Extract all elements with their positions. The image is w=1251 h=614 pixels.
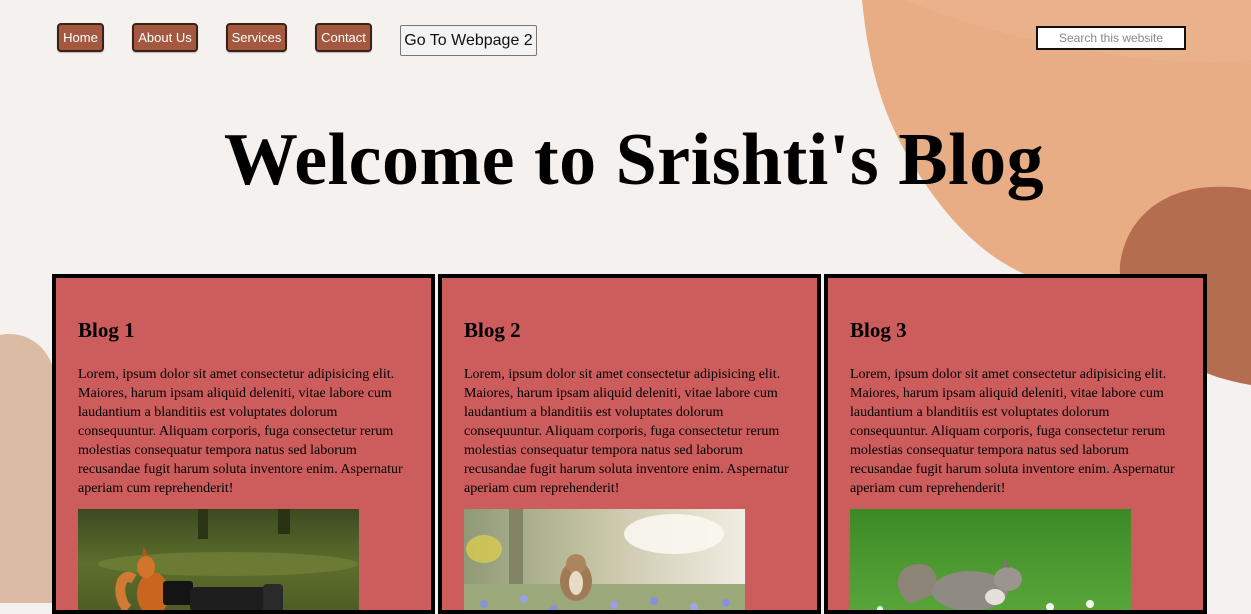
nav-home-button[interactable]: Home bbox=[57, 23, 104, 52]
nav-services-button[interactable]: Services bbox=[226, 23, 287, 52]
go-to-webpage-2-button[interactable]: Go To Webpage 2 bbox=[400, 25, 537, 56]
blog-card-text: Lorem, ipsum dolor sit amet consectetur … bbox=[464, 367, 789, 496]
top-navigation: Home About Us Services Contact Go To Web… bbox=[0, 23, 1251, 57]
blog-card-title: Blog 3 bbox=[850, 318, 907, 342]
grey-squirrel-on-grass-image bbox=[850, 509, 1131, 610]
nav-about-us-button[interactable]: About Us bbox=[132, 23, 198, 52]
blog-card-2: Blog 2 Lorem, ipsum dolor sit amet conse… bbox=[438, 274, 821, 614]
blog-card-3: Blog 3 Lorem, ipsum dolor sit amet conse… bbox=[824, 274, 1207, 614]
page-title: Welcome to Srishti's Blog bbox=[223, 119, 1045, 201]
blog-card-text: Lorem, ipsum dolor sit amet consectetur … bbox=[850, 367, 1175, 496]
nav-contact-button[interactable]: Contact bbox=[315, 23, 372, 52]
search-input[interactable] bbox=[1036, 26, 1186, 50]
squirrel-with-camera-image bbox=[78, 509, 359, 610]
blog-card-title: Blog 1 bbox=[78, 318, 135, 342]
chipmunk-in-flowers-image bbox=[464, 509, 745, 610]
blog-card-1: Blog 1 Lorem, ipsum dolor sit amet conse… bbox=[52, 274, 435, 614]
blog-card-text: Lorem, ipsum dolor sit amet consectetur … bbox=[78, 367, 403, 496]
blog-card-title: Blog 2 bbox=[464, 318, 521, 342]
background-blob-left bbox=[0, 334, 52, 603]
